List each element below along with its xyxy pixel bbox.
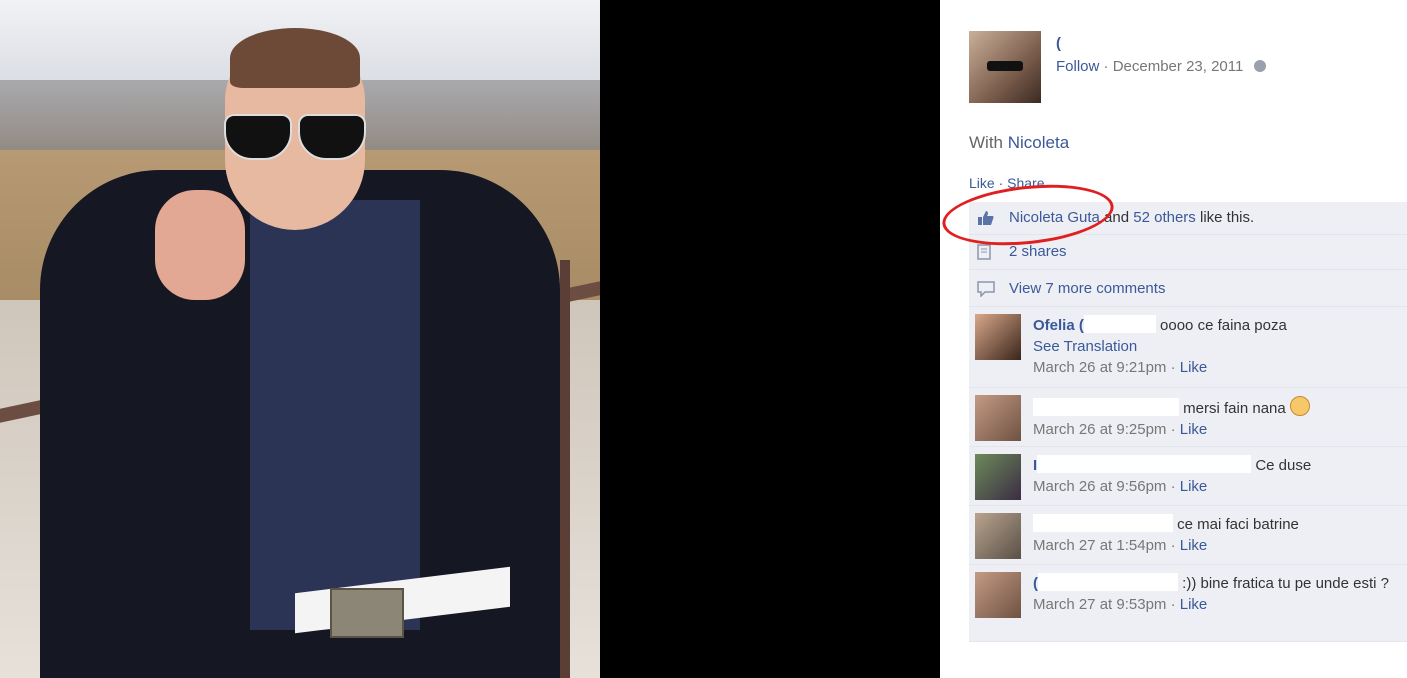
person-hair <box>230 28 360 88</box>
with-tag: With Nicoleta <box>969 133 1069 153</box>
redaction-bar <box>1038 573 1178 591</box>
comment-item: mersi fain nana March 26 at 9:25pm · Lik… <box>969 388 1407 447</box>
share-icon <box>977 244 991 260</box>
comment-body: I Ce duse March 26 at 9:56pm · Like <box>1033 455 1393 497</box>
comment-time[interactable]: March 26 at 9:21pm <box>1033 359 1166 376</box>
owner-name[interactable]: ( <box>1056 35 1061 52</box>
comment-item: Ofelia ( oooo ce faina poza See Translat… <box>969 307 1407 388</box>
comment-meta: March 26 at 9:56pm · Like <box>1033 478 1208 495</box>
comment-text: :)) bine fratica tu pe unde esti ? <box>1182 575 1389 592</box>
person-hand <box>155 190 245 300</box>
person-shirt <box>250 200 420 630</box>
comment-item: I Ce duse March 26 at 9:56pm · Like <box>969 447 1407 506</box>
like-action[interactable]: Like <box>969 175 995 191</box>
comment-like-link[interactable]: Like <box>1180 359 1208 376</box>
redaction-bar <box>1033 514 1173 532</box>
redaction-bar <box>1033 398 1179 416</box>
comment-item: ( :)) bine fratica tu pe unde esti ? Mar… <box>969 565 1407 642</box>
view-more-comments-link[interactable]: View 7 more comments <box>1009 280 1165 297</box>
comment-time[interactable]: March 27 at 9:53pm <box>1033 596 1166 613</box>
globe-icon[interactable] <box>1253 60 1266 72</box>
follow-link[interactable]: Follow <box>1056 58 1099 75</box>
comment-like-link[interactable]: Like <box>1180 478 1208 495</box>
others-link[interactable]: 52 others <box>1133 209 1196 226</box>
likes-suffix: like this. <box>1195 209 1255 226</box>
comment-time[interactable]: March 26 at 9:56pm <box>1033 478 1166 495</box>
comment-like-link[interactable]: Like <box>1180 421 1208 438</box>
comment-like-link[interactable]: Like <box>1180 596 1208 613</box>
photo-railing-post <box>560 260 570 678</box>
comment-icon <box>977 281 995 297</box>
photo-viewer <box>0 0 940 678</box>
commenter-avatar[interactable] <box>975 513 1021 559</box>
meta-separator: · <box>1103 58 1109 75</box>
shares-link[interactable]: 2 shares <box>1009 243 1067 260</box>
comment-body: mersi fain nana March 26 at 9:25pm · Lik… <box>1033 396 1393 440</box>
feedback-section: Nicoleta Guta and 52 others like this. 2… <box>969 202 1407 642</box>
photo-person <box>40 28 560 678</box>
with-label: With <box>969 133 1003 152</box>
redaction-bar <box>1083 315 1156 333</box>
comment-time[interactable]: March 26 at 9:25pm <box>1033 421 1166 438</box>
comment-body: ( :)) bine fratica tu pe unde esti ? Mar… <box>1033 573 1393 615</box>
redaction-bar <box>1037 455 1252 473</box>
comment-meta: March 27 at 1:54pm · Like <box>1033 537 1208 554</box>
commenter-avatar[interactable] <box>975 572 1021 618</box>
comment-body: ce mai faci batrine March 27 at 1:54pm ·… <box>1033 514 1393 556</box>
view-more-row[interactable]: View 7 more comments <box>969 270 1407 307</box>
comment-text: ce mai faci batrine <box>1177 516 1299 533</box>
post-meta: Follow · December 23, 2011 <box>1056 58 1266 75</box>
comment-meta: March 27 at 9:53pm · Like <box>1033 596 1208 613</box>
comment-meta: March 26 at 9:25pm · Like <box>1033 421 1208 438</box>
commenter-avatar[interactable] <box>975 454 1021 500</box>
commenter-avatar[interactable] <box>975 314 1021 360</box>
comment-text: Ce duse <box>1255 457 1312 474</box>
comment-like-link[interactable]: Like <box>1180 537 1208 554</box>
comment-time[interactable]: March 27 at 1:54pm <box>1033 537 1166 554</box>
comment-item: ce mai faci batrine March 27 at 1:54pm ·… <box>969 506 1407 565</box>
comment-meta: March 26 at 9:21pm · Like <box>1033 359 1208 376</box>
person-sunglasses <box>220 114 370 160</box>
comment-body: Ofelia ( oooo ce faina poza See Translat… <box>1033 315 1393 378</box>
owner-avatar[interactable] <box>969 31 1041 103</box>
comment-author[interactable]: Ofelia ( <box>1033 317 1084 334</box>
post-photo[interactable] <box>0 0 600 678</box>
belt-buckle <box>330 588 404 638</box>
comment-text: mersi fain nana <box>1183 400 1286 417</box>
tagged-user-link[interactable]: Nicoleta <box>1008 133 1069 152</box>
see-translation-link[interactable]: See Translation <box>1033 338 1137 355</box>
comment-text: oooo ce faina poza <box>1160 317 1287 334</box>
smiley-emoji-icon <box>1289 396 1310 416</box>
post-date[interactable]: December 23, 2011 <box>1113 58 1244 75</box>
commenter-avatar[interactable] <box>975 395 1021 441</box>
photo-sidebar: ( Follow · December 23, 2011 With Nicole… <box>940 0 1407 678</box>
